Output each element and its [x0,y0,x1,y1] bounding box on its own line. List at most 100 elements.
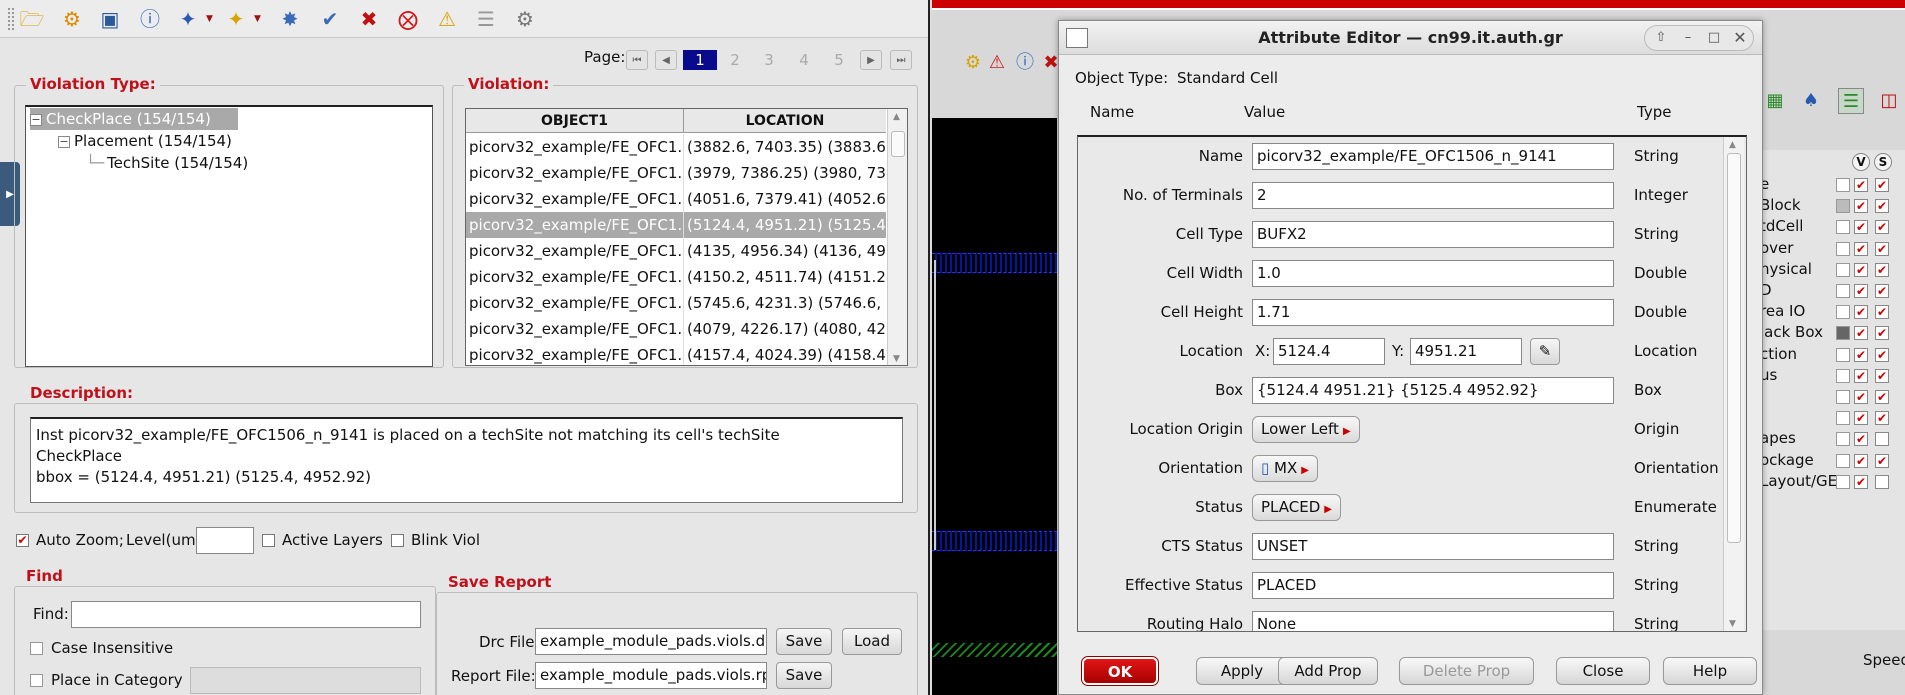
layer-selectable-checkbox[interactable]: ✔ [1875,241,1889,256]
chevron-down-icon[interactable]: ▼ [254,14,261,24]
toolbar-grip[interactable] [8,8,14,30]
table-row[interactable]: picorv32_example/FE_OFC1... (4150.2, 4511… [466,264,886,290]
layer-selectable-checkbox[interactable]: ✔ [1875,368,1889,383]
tools-icon[interactable]: ⚙ [960,50,986,76]
layer-color-swatch[interactable] [1836,390,1850,404]
mark-icon[interactable]: ✦ [222,5,250,33]
scroll-up-icon[interactable]: ▲ [893,112,900,122]
find-input[interactable] [71,601,421,628]
layer-selectable-checkbox[interactable] [1875,474,1889,489]
layer-color-swatch[interactable] [1836,241,1850,256]
attribute-value-input[interactable]: None [1252,611,1614,631]
page-4[interactable]: 4 [787,50,821,70]
layer-visible-checkbox[interactable]: ✔ [1854,199,1868,214]
page-5[interactable]: 5 [822,50,856,70]
layer-selectable-checkbox[interactable] [1875,432,1889,447]
level-input[interactable] [196,527,254,554]
layer-visible-checkbox[interactable]: ✔ [1854,411,1868,426]
drc-load-button[interactable]: Load [842,628,902,655]
layer-color-swatch[interactable] [1836,474,1850,489]
display-icon[interactable]: ◫ [1876,88,1902,114]
table-row[interactable]: picorv32_example/FE_OFC1... (3882.6, 7403… [466,134,886,160]
page-1[interactable]: 1 [683,50,717,70]
attribute-value-input[interactable]: 1.0 [1252,260,1614,287]
help-button[interactable]: Help [1663,657,1757,685]
attribute-value-input[interactable]: 2 [1252,182,1614,209]
layer-selectable-checkbox[interactable]: ✔ [1875,284,1889,298]
layer-visible-checkbox[interactable]: ✔ [1854,432,1868,447]
attribute-value-input[interactable]: BUFX2 [1252,221,1614,248]
report-save-button[interactable]: Save [776,662,832,689]
layer-selectable-checkbox[interactable]: ✔ [1875,347,1889,362]
attribute-menu-button[interactable]: Lower Left ▶ [1252,416,1360,443]
layer-selectable-checkbox[interactable]: ✔ [1875,390,1889,404]
layer-visible-checkbox[interactable]: ✔ [1854,241,1868,256]
layer-color-swatch[interactable] [1836,326,1850,341]
chevron-down-icon[interactable]: ▼ [206,14,213,24]
table-row[interactable]: picorv32_example/FE_OFC1... (5745.6, 4231… [466,290,886,316]
filter-icon[interactable]: ☰ [472,5,500,33]
fix-icon[interactable]: ✸ [276,5,304,33]
layer-selectable-checkbox[interactable]: ✔ [1875,262,1889,277]
layer-visible-checkbox[interactable]: ✔ [1854,178,1868,192]
first-page-button[interactable]: ⏮ [626,50,648,70]
layer-selectable-checkbox[interactable]: ✔ [1875,178,1889,192]
layer-color-swatch[interactable] [1836,432,1850,447]
attribute-menu-button[interactable]: PLACED ▶ [1252,494,1341,521]
layer-color-swatch[interactable] [1836,347,1850,362]
layout-canvas[interactable] [932,118,1057,695]
layer-color-swatch[interactable] [1836,305,1850,320]
tools-icon[interactable]: ⚙ [58,5,86,33]
layer-visible-checkbox[interactable]: ✔ [1854,347,1868,362]
layer-selectable-checkbox[interactable]: ✔ [1875,305,1889,320]
table-row[interactable]: picorv32_example/FE_OFC1... (3979, 7386.2… [466,160,886,186]
select-icon[interactable]: ✦ [174,5,202,33]
user-icon[interactable]: ♠ [1798,88,1824,114]
layer-visible-checkbox[interactable]: ✔ [1854,220,1868,235]
place-in-category-checkbox[interactable] [30,674,43,687]
layer-color-swatch[interactable] [1836,262,1850,277]
layer-color-swatch[interactable] [1836,284,1850,298]
scroll-down-icon[interactable]: ▼ [893,354,900,364]
attribute-value-input[interactable]: 1.71 [1252,299,1614,326]
tree-item-techsite[interactable]: └─ TechSite (154/154) [86,152,248,174]
close-button[interactable]: Close [1556,657,1650,685]
scroll-up-icon[interactable]: ▲ [1729,140,1736,150]
table-scrollbar[interactable]: ▲ ▼ [887,109,907,365]
layer-selectable-checkbox[interactable]: ✔ [1875,220,1889,235]
blink-viol-checkbox[interactable] [391,534,404,547]
table-row[interactable]: picorv32_example/FE_OFC1... (4051.6, 7379… [466,186,886,212]
last-page-button[interactable]: ⏭ [890,50,912,70]
layer-visible-checkbox[interactable]: ✔ [1854,368,1868,383]
layer-color-swatch[interactable] [1836,453,1850,468]
warning-icon[interactable]: ⚠ [984,50,1010,76]
column-header-object1[interactable]: OBJECT1 [466,109,683,133]
active-layers-checkbox[interactable] [262,534,275,547]
layer-color-swatch[interactable] [1836,178,1850,192]
shade-icon[interactable]: ⇧ [1651,29,1671,47]
attribute-menu-button[interactable]: ▯ MX ▶ [1252,455,1318,482]
attribute-value-input[interactable]: picorv32_example/FE_OFC1506_n_9141 [1252,143,1614,170]
layer-color-swatch[interactable] [1836,368,1850,383]
layer-selectable-checkbox[interactable]: ✔ [1875,411,1889,426]
close-icon[interactable]: ✕ [1730,29,1750,47]
settings-icon[interactable]: ⚙ [511,5,539,33]
next-page-button[interactable]: ▶ [860,50,882,70]
layer-color-swatch[interactable] [1836,220,1850,235]
tree-item-checkplace[interactable]: − CheckPlace (154/154) [30,108,238,130]
panel-icon[interactable]: ☰ [1838,88,1864,114]
scroll-down-icon[interactable]: ▼ [1729,619,1736,629]
scrollbar-thumb[interactable] [891,131,905,157]
scrollbar-thumb[interactable] [1727,153,1741,543]
page-2[interactable]: 2 [718,50,752,70]
collapse-icon[interactable]: − [58,135,70,148]
auto-zoom-checkbox[interactable]: ✔ [16,534,29,547]
drc-file-input[interactable]: example_module_pads.viols.drc [535,628,767,655]
layer-visible-checkbox[interactable]: ✔ [1854,390,1868,404]
layer-visible-checkbox[interactable]: ✔ [1854,326,1868,341]
prev-page-button[interactable]: ◀ [655,50,677,70]
layer-selectable-checkbox[interactable]: ✔ [1875,453,1889,468]
table-row[interactable]: picorv32_example/FE_OFC1... (4157.4, 4024… [466,342,886,365]
open-icon[interactable]: 🗁 [18,5,46,33]
attribute-value-input[interactable]: PLACED [1252,572,1614,599]
